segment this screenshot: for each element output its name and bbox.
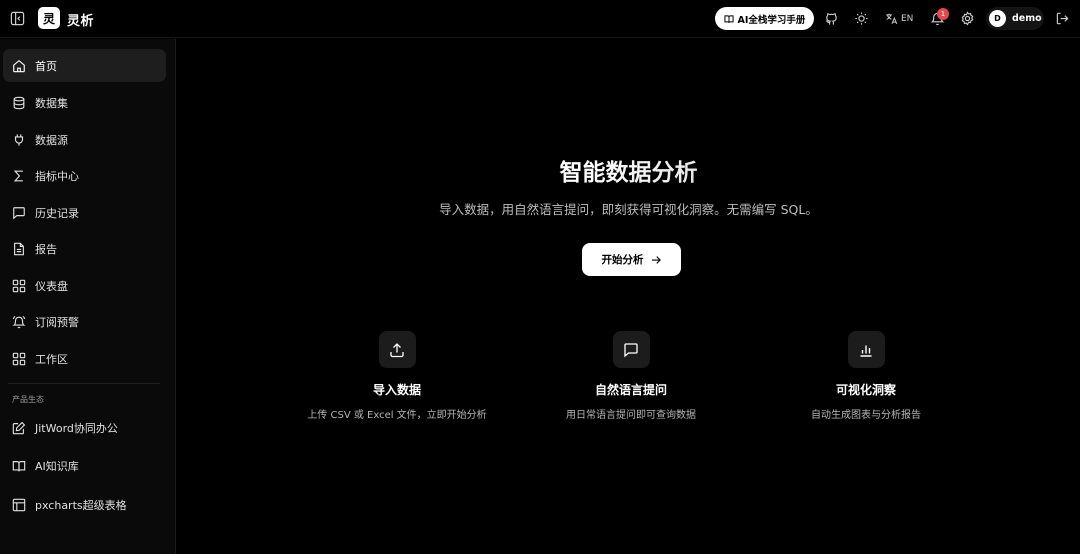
- sidebar-item-label: 首页: [35, 59, 57, 73]
- upload-icon: [378, 331, 416, 368]
- section-label-ecosystem: 产品生态: [12, 395, 44, 404]
- arrow-right-icon: [651, 255, 661, 264]
- book-open-icon: [12, 460, 26, 471]
- feature-import-data: 导入数据 上传 CSV 或 Excel 文件，立即开始分析: [297, 331, 497, 424]
- feature-description: 自动生成图表与分析报告: [811, 410, 921, 421]
- sidebar-item-knowledge-base[interactable]: AI知识库: [3, 449, 166, 482]
- plug-icon: [14, 133, 24, 146]
- logout-icon[interactable]: [1055, 11, 1070, 26]
- start-analysis-label: 开始分析: [601, 254, 644, 266]
- home-icon: [13, 59, 25, 72]
- hero-title: 智能数据分析: [177, 153, 1080, 187]
- sidebar-item-label: 工作区: [35, 352, 68, 366]
- feature-title: 自然语言提问: [594, 383, 667, 397]
- sidebar-item-label: JitWord协同办公: [35, 421, 118, 435]
- sidebar-item-label: 仪表盘: [35, 279, 68, 293]
- feature-title: 可视化洞察: [835, 383, 896, 397]
- feature-visual-insights: 可视化洞察 自动生成图表与分析报告: [766, 331, 966, 424]
- message-icon: [13, 206, 25, 219]
- start-analysis-button[interactable]: 开始分析: [582, 243, 681, 276]
- sidebar-item-datasets[interactable]: 数据集: [3, 86, 166, 119]
- avatar: D: [989, 10, 1006, 27]
- user-name: demo: [1012, 13, 1042, 24]
- sidebar-item-alerts[interactable]: 订阅预警: [3, 305, 166, 338]
- language-label: EN: [901, 13, 914, 24]
- book-icon: [723, 14, 734, 23]
- edit-icon: [12, 421, 26, 434]
- sidebar-item-pxcharts[interactable]: pxcharts超级表格: [3, 488, 166, 521]
- sidebar-item-reports[interactable]: 报告: [3, 232, 166, 265]
- sidebar-item-label: AI知识库: [35, 459, 79, 473]
- feature-natural-language: 自然语言提问 用日常语言提问即可查询数据: [531, 331, 731, 424]
- sidebar-item-label: 指标中心: [35, 169, 79, 183]
- database-icon: [13, 96, 25, 109]
- sidebar-item-label: 订阅预警: [35, 315, 79, 329]
- notification-badge: 1: [937, 8, 949, 20]
- learning-manual-button[interactable]: AI全栈学习手册: [715, 7, 814, 30]
- hero-subtitle: 导入数据，用自然语言提问，即刻获得可视化洞察。无需编写 SQL。: [439, 202, 818, 217]
- sidebar-divider: [8, 383, 160, 384]
- sidebar-item-jitword[interactable]: JitWord协同办公: [3, 411, 166, 444]
- sidebar-item-metrics[interactable]: 指标中心: [3, 159, 166, 192]
- grid-icon: [12, 279, 26, 292]
- sidebar-item-home[interactable]: 首页: [3, 49, 166, 82]
- sigma-icon: [13, 170, 23, 181]
- sidebar-item-label: 报告: [35, 242, 57, 256]
- user-menu[interactable]: D demo: [986, 7, 1044, 30]
- sidebar-item-datasources[interactable]: 数据源: [3, 123, 166, 156]
- sidebar-collapse-icon[interactable]: [10, 11, 25, 26]
- app-name: 灵析: [67, 14, 95, 29]
- feature-description: 上传 CSV 或 Excel 文件，立即开始分析: [307, 410, 487, 421]
- bell-ring-icon: [12, 315, 26, 328]
- feature-title: 导入数据: [372, 383, 421, 397]
- sidebar-item-workspace[interactable]: 工作区: [3, 342, 166, 375]
- translate-icon: [886, 13, 898, 24]
- learning-manual-label: AI全栈学习手册: [737, 14, 806, 26]
- sidebar-item-dashboard[interactable]: 仪表盘: [3, 269, 166, 302]
- feature-description: 用日常语言提问即可查询数据: [566, 410, 696, 421]
- sidebar-item-label: pxcharts超级表格: [35, 498, 127, 512]
- table-icon: [12, 498, 26, 511]
- message-icon: [612, 331, 650, 368]
- sidebar-item-history[interactable]: 历史记录: [3, 196, 166, 229]
- sidebar-item-label: 历史记录: [35, 206, 79, 220]
- sidebar-item-label: 数据集: [35, 96, 68, 110]
- app-logo: 灵: [38, 7, 60, 29]
- sun-icon[interactable]: [854, 11, 869, 26]
- top-bar: 灵 灵析 AI全栈学习手册 EN 1 D demo: [0, 0, 1080, 38]
- grid-icon: [12, 352, 26, 365]
- gear-icon[interactable]: [960, 11, 975, 26]
- main-content: 智能数据分析 导入数据，用自然语言提问，即刻获得可视化洞察。无需编写 SQL。 …: [177, 39, 1080, 554]
- language-toggle[interactable]: EN: [885, 11, 913, 26]
- sidebar-item-label: 数据源: [35, 133, 68, 147]
- github-icon[interactable]: [824, 11, 839, 26]
- sidebar: 首页 数据集 数据源 指标中心 历史记录 报告 仪表盘 订阅预警 工作区 产品生…: [0, 39, 176, 554]
- bar-chart-icon: [847, 331, 885, 368]
- file-icon: [14, 242, 24, 255]
